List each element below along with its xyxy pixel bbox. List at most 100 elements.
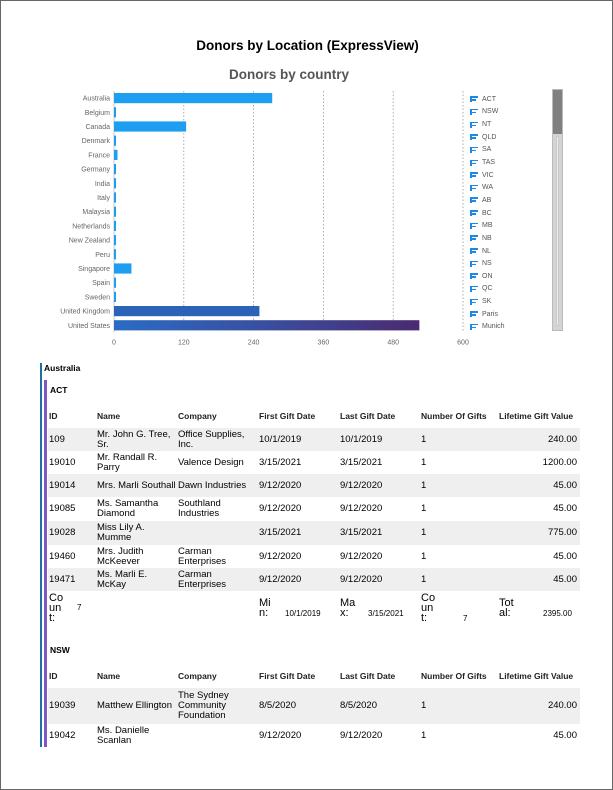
legend-swatch-icon bbox=[470, 210, 478, 217]
table-row[interactable]: 19010 Mr. Randall R. Parry Valence Design 3… bbox=[48, 451, 580, 474]
legend-item[interactable]: ACT bbox=[470, 93, 540, 106]
company-cell: The Sydney Community Foundation bbox=[177, 688, 258, 724]
number-of-gifts-cell: 1 bbox=[421, 456, 427, 468]
table-row[interactable]: 19471 Ms. Marli E. McKay Carman Enterprise… bbox=[48, 568, 580, 591]
bar bbox=[114, 249, 116, 260]
table-row[interactable]: 19028 Miss Lily A. Mumme 3/15/2021 3/15/202… bbox=[48, 521, 580, 545]
legend-item[interactable]: WA bbox=[470, 181, 540, 194]
total-label: Total: bbox=[499, 596, 514, 619]
table-row[interactable]: 19014 Mrs. Marli Southall Dawn Industries 9… bbox=[48, 474, 580, 497]
column-header-company: Company bbox=[178, 410, 217, 421]
last-gift-date-cell: 9/12/2020 bbox=[340, 503, 383, 514]
legend-swatch-icon bbox=[470, 159, 478, 166]
country-group-marker bbox=[40, 363, 42, 747]
company-cell: Office Supplies, Inc. bbox=[177, 428, 258, 451]
legend-item[interactable]: NSW bbox=[470, 106, 540, 119]
legend-swatch-icon bbox=[470, 273, 478, 280]
report-page: Donors by Location (ExpressView) Donors … bbox=[0, 0, 613, 790]
x-tick-label: 600 bbox=[457, 339, 469, 346]
first-gift-date-cell: 9/12/2020 bbox=[258, 474, 339, 497]
first-gift-date-cell: 9/12/2020 bbox=[258, 568, 339, 591]
donor-name-cell: Ms. Danielle Scanlan bbox=[97, 724, 150, 746]
number-of-gifts-cell: 1 bbox=[420, 428, 498, 451]
total-cell: Total: 2395.00 bbox=[498, 591, 580, 625]
number-of-gifts-cell: 1 bbox=[421, 729, 427, 741]
donor-name-cell: Mrs. Marli Southall bbox=[96, 474, 177, 497]
category-label: Belgium bbox=[85, 110, 110, 117]
company-cell: Valence Design bbox=[178, 456, 244, 468]
table-row[interactable]: 109 Mr. John G. Tree, Sr. Office Supplies,… bbox=[48, 428, 580, 451]
column-header-name: Name bbox=[97, 410, 121, 421]
table-row[interactable]: 19460 Mrs. Judith McKeever Carman Enterpri… bbox=[48, 545, 580, 568]
x-tick-label: 240 bbox=[248, 339, 260, 346]
legend-item[interactable]: SA bbox=[470, 144, 540, 157]
legend-item[interactable]: Munich bbox=[470, 321, 540, 331]
first-gift-date-cell: 8/5/2020 bbox=[258, 688, 339, 724]
table-row[interactable]: 19085 Ms. Samantha Diamond Southland Indus… bbox=[48, 497, 580, 521]
column-header-number-of-gifts: Number Of Gifts bbox=[421, 410, 487, 421]
legend-item[interactable]: NB bbox=[470, 232, 540, 245]
column-header-first-gift-date: First Gift Date bbox=[259, 670, 316, 681]
legend-item[interactable]: AB bbox=[470, 194, 540, 207]
legend-item[interactable]: NS bbox=[470, 257, 540, 270]
number-of-gifts-cell: 1 bbox=[420, 521, 498, 545]
donor-name-cell: Ms. Marli E. McKay bbox=[96, 568, 177, 591]
min-value: 10/1/2019 bbox=[285, 608, 321, 618]
legend-item[interactable]: NT bbox=[470, 118, 540, 131]
legend-scroll-thumb[interactable] bbox=[553, 90, 562, 134]
legend-scroll-track[interactable] bbox=[556, 136, 559, 326]
legend-item[interactable]: QLD bbox=[470, 131, 540, 144]
state-group-header: NSW bbox=[50, 645, 70, 655]
legend-label: AB bbox=[482, 196, 492, 204]
donor-table-nsw: ID Name Company First Gift Date Last Gif… bbox=[48, 663, 580, 747]
last-gift-date-cell: 9/12/2020 bbox=[339, 568, 420, 591]
column-header-last-gift-date: Last Gift Date bbox=[340, 670, 396, 681]
legend-swatch-icon bbox=[470, 172, 478, 179]
table-row[interactable]: 19039 Matthew Ellington The Sydney Communi… bbox=[48, 688, 580, 724]
first-gift-date-cell: 3/15/2021 bbox=[258, 521, 339, 545]
donor-id-cell: 19028 bbox=[48, 521, 96, 545]
legend-swatch-icon bbox=[470, 134, 478, 141]
legend-label: MB bbox=[482, 222, 493, 230]
donor-name-cell: Mr. Randall R. Parry bbox=[97, 451, 158, 473]
donor-table-act: ID Name Company First Gift Date Last Gif… bbox=[48, 403, 580, 625]
count-value: 7 bbox=[77, 603, 82, 612]
category-label: United Kingdom bbox=[60, 309, 110, 316]
last-gift-date-cell: 3/15/2021 bbox=[340, 456, 383, 468]
number-of-gifts-cell: 1 bbox=[421, 503, 427, 514]
category-label: Denmark bbox=[82, 138, 111, 145]
legend-item[interactable]: VIC bbox=[470, 169, 540, 182]
column-header-first-gift-date: First Gift Date bbox=[259, 410, 316, 421]
column-header-company: Company bbox=[178, 670, 217, 681]
legend-label: NS bbox=[482, 260, 492, 268]
company-cell bbox=[177, 724, 258, 747]
company-cell: Southland Industries bbox=[178, 498, 221, 519]
group-summary-row: Count:7 Min: 10/1/2019 Max: 3/15/2021 Coun… bbox=[48, 591, 580, 625]
bar bbox=[114, 306, 260, 317]
table-header-row: ID Name Company First Gift Date Last Gif… bbox=[48, 663, 580, 688]
legend-item[interactable]: NL bbox=[470, 245, 540, 258]
category-label: Germany bbox=[81, 167, 110, 174]
legend-item[interactable]: Paris bbox=[470, 308, 540, 321]
max-cell: Max: 3/15/2021 bbox=[339, 591, 420, 625]
donor-id-cell: 19042 bbox=[49, 729, 76, 741]
legend-label: WA bbox=[482, 184, 494, 192]
legend-item[interactable]: BC bbox=[470, 207, 540, 220]
first-gift-date-cell: 9/12/2020 bbox=[259, 729, 302, 741]
donor-id-cell: 109 bbox=[48, 428, 96, 451]
legend-item[interactable]: SK bbox=[470, 295, 540, 308]
legend-label: Munich bbox=[482, 323, 505, 331]
category-label: India bbox=[95, 181, 110, 188]
legend-item[interactable]: ON bbox=[470, 270, 540, 283]
legend-item[interactable]: TAS bbox=[470, 156, 540, 169]
legend-swatch-icon bbox=[470, 298, 478, 305]
donor-id-cell: 19471 bbox=[48, 568, 96, 591]
table-row[interactable]: 19042 Ms. Danielle Scanlan 9/12/2020 9/12/2… bbox=[48, 724, 580, 747]
lifetime-gift-value-cell: 1200.00 bbox=[542, 456, 577, 468]
lifetime-gift-value-cell: 240.00 bbox=[498, 688, 580, 724]
donor-id-cell: 19039 bbox=[48, 688, 96, 724]
legend-item[interactable]: QC bbox=[470, 283, 540, 296]
legend-label: ACT bbox=[482, 95, 496, 103]
legend-item[interactable]: MB bbox=[470, 219, 540, 232]
legend-scrollbar[interactable] bbox=[552, 89, 563, 331]
